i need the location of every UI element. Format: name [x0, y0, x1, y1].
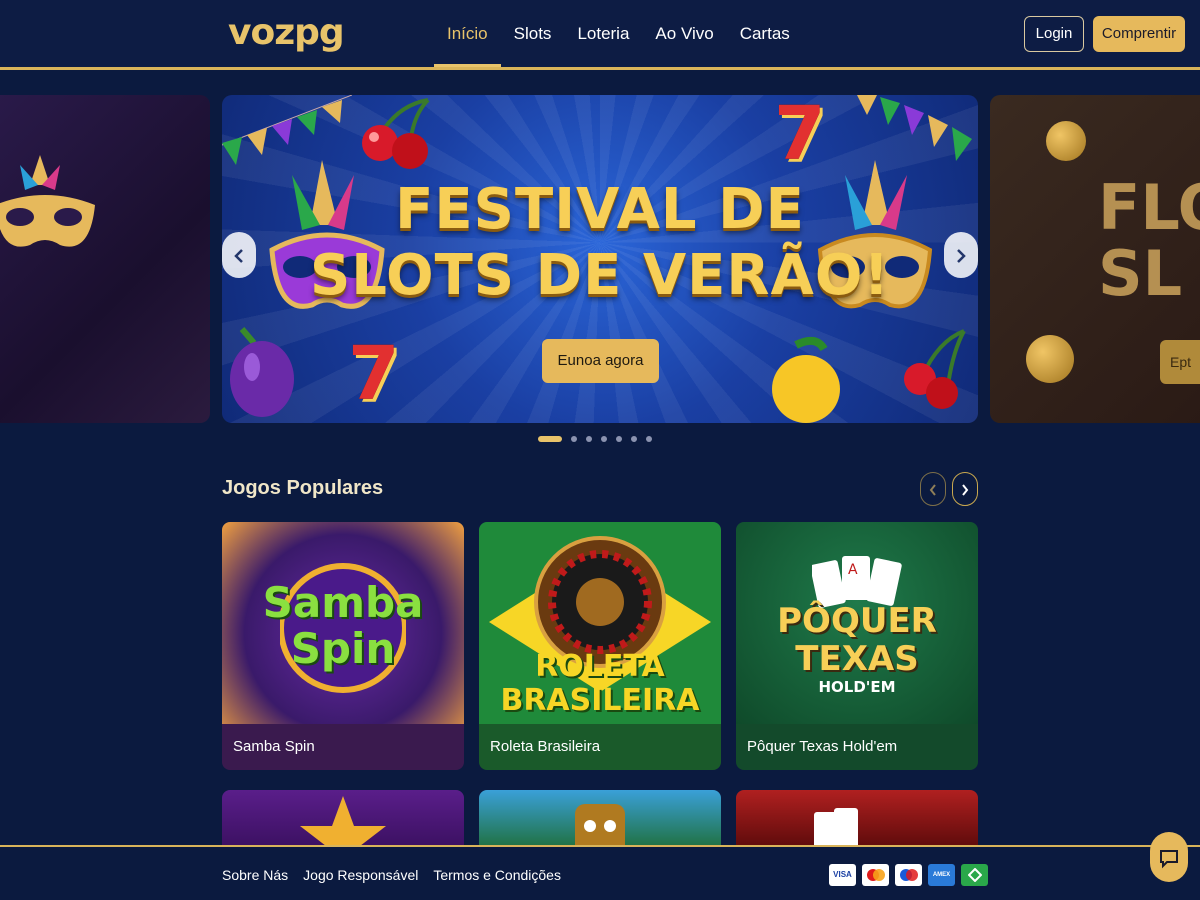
game-card-partial[interactable]	[736, 790, 978, 850]
hero-headline: FESTIVAL DE SLOTS DE VERÃO!	[309, 177, 891, 308]
login-button[interactable]: Login	[1024, 16, 1084, 52]
logo[interactable]: vozpg	[228, 12, 345, 53]
hero-carousel: 7 7 FESTIVAL DE SLOTS DE VERÃO! Eunoa ag…	[0, 95, 1200, 425]
carousel-prev-slide[interactable]	[0, 95, 210, 423]
game-card-roleta-brasileira[interactable]: ROLETA BRASILEIRA Roleta Brasileira	[479, 522, 721, 770]
chat-icon	[1160, 849, 1178, 869]
game-art: Samba Spin	[222, 522, 464, 724]
carousel-prev-arrow[interactable]	[222, 232, 256, 278]
chevron-right-icon	[962, 484, 969, 496]
carousel-dot[interactable]	[616, 436, 622, 442]
pix-icon	[961, 864, 988, 886]
footer-link-responsible-gaming[interactable]: Jogo Responsável	[303, 867, 418, 883]
carousel-dot[interactable]	[631, 436, 637, 442]
game-card-samba-spin[interactable]: Samba Spin Samba Spin	[222, 522, 464, 770]
footer-link-about[interactable]: Sobre Nás	[222, 867, 288, 883]
chevron-left-icon	[929, 484, 936, 496]
game-card-label: Pôquer Texas Hold'em	[736, 724, 978, 770]
nav-item-loteria[interactable]: Loteria	[564, 0, 642, 67]
next-slide-button: Ept	[1160, 340, 1200, 384]
nav-item-inicio[interactable]: Início	[434, 0, 501, 67]
game-card-label: Samba Spin	[222, 724, 464, 770]
carousel-dot[interactable]	[601, 436, 607, 442]
amex-icon: AMEX	[928, 864, 955, 886]
footer-link-terms[interactable]: Termos e Condições	[433, 867, 561, 883]
carousel-dot[interactable]	[646, 436, 652, 442]
next-slide-title: FLOO SL	[1098, 171, 1200, 310]
visa-icon: VISA	[829, 864, 856, 886]
coin-icon	[1046, 121, 1086, 161]
carousel-dot[interactable]	[586, 436, 592, 442]
main-nav: Início Slots Loteria Ao Vivo Cartas	[434, 0, 803, 70]
game-card-partial[interactable]	[479, 790, 721, 850]
cherries-icon	[904, 329, 966, 409]
footer-links: Sobre Nás Jogo Responsável Termos e Cond…	[222, 867, 561, 883]
games-prev-button[interactable]	[920, 472, 946, 506]
eggplant-icon	[230, 327, 294, 417]
chevron-right-icon	[957, 248, 966, 263]
game-art-title: PÔQUER TEXAS	[777, 601, 937, 679]
game-art: ROLETA BRASILEIRA	[479, 522, 721, 724]
coin-icon	[1026, 335, 1074, 383]
svg-text:A: A	[848, 562, 858, 578]
header: vozpg Início Slots Loteria Ao Vivo Carta…	[0, 0, 1200, 70]
section-title: Jogos Populares	[222, 477, 384, 499]
lucky-seven-icon: 7	[774, 95, 826, 177]
mastercard-icon	[862, 864, 889, 886]
games-next-button[interactable]	[952, 472, 978, 506]
carousel-dot[interactable]	[571, 436, 577, 442]
payment-methods: VISA AMEX	[829, 864, 988, 886]
game-art-subtitle: HOLD'EM	[818, 678, 896, 696]
playing-cards-icon	[814, 808, 858, 850]
game-art: A PÔQUER TEXAS HOLD'EM	[736, 522, 978, 724]
carousel-dot[interactable]	[538, 436, 562, 442]
chat-button[interactable]	[1150, 832, 1188, 882]
lemon-icon	[772, 336, 840, 423]
game-card-label: Roleta Brasileira	[479, 724, 721, 770]
maestro-icon	[895, 864, 922, 886]
carousel-next-arrow[interactable]	[944, 232, 978, 278]
buy-button[interactable]: Comprentir	[1093, 16, 1185, 52]
nav-item-ao-vivo[interactable]: Ao Vivo	[642, 0, 726, 67]
idol-icon	[575, 804, 625, 850]
nav-item-slots[interactable]: Slots	[501, 0, 565, 67]
hero-cta-button[interactable]: Eunoa agora	[542, 339, 659, 383]
lucky-seven-icon: 7	[348, 331, 400, 417]
nav-item-cartas[interactable]: Cartas	[727, 0, 803, 67]
game-card-partial[interactable]	[222, 790, 464, 850]
carousel-next-slide[interactable]: FLOO SL Ept	[990, 95, 1200, 423]
game-art-title: ROLETA BRASILEIRA	[500, 649, 700, 718]
footer: Sobre Nás Jogo Responsável Termos e Cond…	[0, 845, 1200, 900]
carnival-mask-icon	[0, 155, 95, 247]
carousel-main-slide[interactable]: 7 7 FESTIVAL DE SLOTS DE VERÃO! Eunoa ag…	[222, 95, 978, 423]
carousel-pagination	[538, 436, 652, 442]
game-card-poquer-texas[interactable]: A PÔQUER TEXAS HOLD'EM Pôquer Texas Hold…	[736, 522, 978, 770]
game-art-title: Samba Spin	[262, 578, 424, 673]
chevron-left-icon	[234, 248, 243, 263]
star-icon	[300, 796, 386, 850]
